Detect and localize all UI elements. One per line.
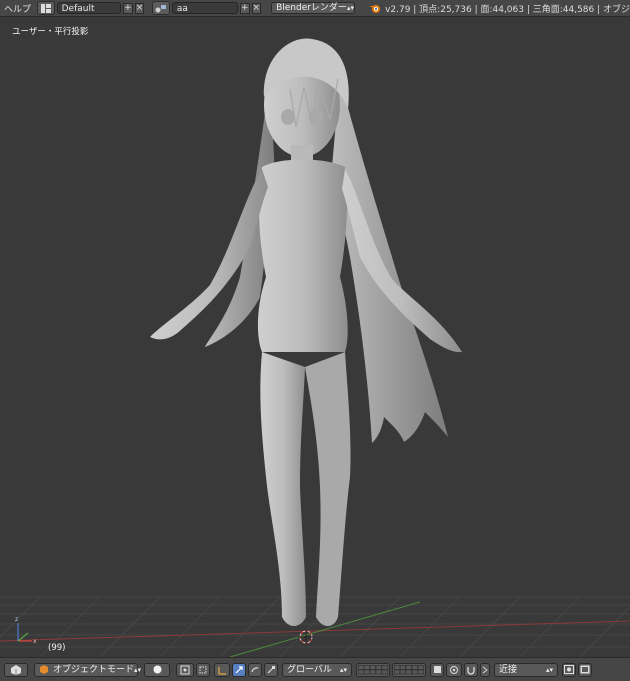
chevron-updown-icon: ▴▾ [134, 665, 142, 674]
snap-toggle-button[interactable] [464, 662, 478, 677]
snap-target-label: 近接 [499, 664, 518, 675]
editor-type-button[interactable] [4, 662, 28, 677]
pivot-align-button[interactable] [196, 662, 210, 677]
scene-stats: v2.79 | 頂点:25,736 | 面:44,063 | 三角面:44,58… [385, 4, 630, 15]
screen-layout-icon[interactable] [37, 1, 55, 15]
transform-orientation-dropdown[interactable]: グローバル ▴▾ [282, 662, 352, 677]
snap-element-button[interactable] [480, 662, 490, 677]
help-menu[interactable]: ヘルプ [0, 2, 35, 15]
remove-layout-button[interactable]: × [134, 2, 145, 14]
render-engine-dropdown[interactable]: Blenderレンダー ▴▾ [271, 2, 356, 14]
translate-manipulator-button[interactable] [232, 662, 246, 677]
mode-dropdown[interactable]: オブジェクトモード ▴▾ [34, 662, 142, 677]
scene-canvas: z x [0, 38, 630, 657]
chevron-updown-icon: ▴▾ [545, 665, 553, 674]
scene-name-field[interactable]: aa [171, 2, 238, 14]
orientation-label: グローバル [287, 664, 332, 675]
blender-logo-icon [369, 3, 381, 14]
mode-label: オブジェクトモード [53, 664, 135, 675]
viewport-shading-button[interactable] [144, 662, 170, 677]
character-model[interactable] [150, 38, 462, 626]
layer-buttons-group-2[interactable] [392, 662, 426, 677]
scene-icon[interactable] [152, 1, 170, 15]
opengl-render-button[interactable] [578, 662, 592, 677]
screen-layout-field[interactable]: Default [56, 2, 122, 14]
3d-viewport[interactable]: z x ユーザー・平行投影 (99) [0, 17, 630, 657]
svg-text:z: z [15, 616, 18, 623]
object-mode-icon [40, 665, 48, 674]
snap-target-dropdown[interactable]: 近接 ▴▾ [494, 662, 558, 677]
scale-manipulator-button[interactable] [264, 662, 278, 677]
rotate-manipulator-button[interactable] [248, 662, 262, 677]
info-header: ヘルプ Default + × aa + × Blenderレンダー ▴▾ v2… [0, 0, 630, 17]
add-layout-button[interactable]: + [123, 2, 133, 14]
render-button[interactable] [562, 662, 576, 677]
manipulator-toggle-button[interactable] [214, 662, 230, 677]
viewport-header: オブジェクトモード ▴▾ グローバル ▴▾ 近接 ▴▾ [0, 657, 630, 681]
add-scene-button[interactable]: + [239, 2, 250, 14]
pivot-point-button[interactable] [176, 662, 194, 677]
lock-camera-button[interactable] [430, 662, 444, 677]
svg-text:x: x [33, 638, 37, 645]
proportional-edit-button[interactable] [446, 662, 462, 677]
frame-label: (99) [48, 643, 66, 653]
view-label: ユーザー・平行投影 [12, 27, 89, 37]
floor-grid [0, 596, 630, 657]
chevron-updown-icon: ▴▾ [346, 4, 354, 12]
chevron-updown-icon: ▴▾ [339, 665, 347, 674]
axis-gizmo-icon: z x [15, 616, 37, 645]
render-engine-label: Blenderレンダー [276, 3, 347, 13]
layer-buttons-group-1[interactable] [356, 662, 390, 677]
remove-scene-button[interactable]: × [251, 2, 262, 14]
